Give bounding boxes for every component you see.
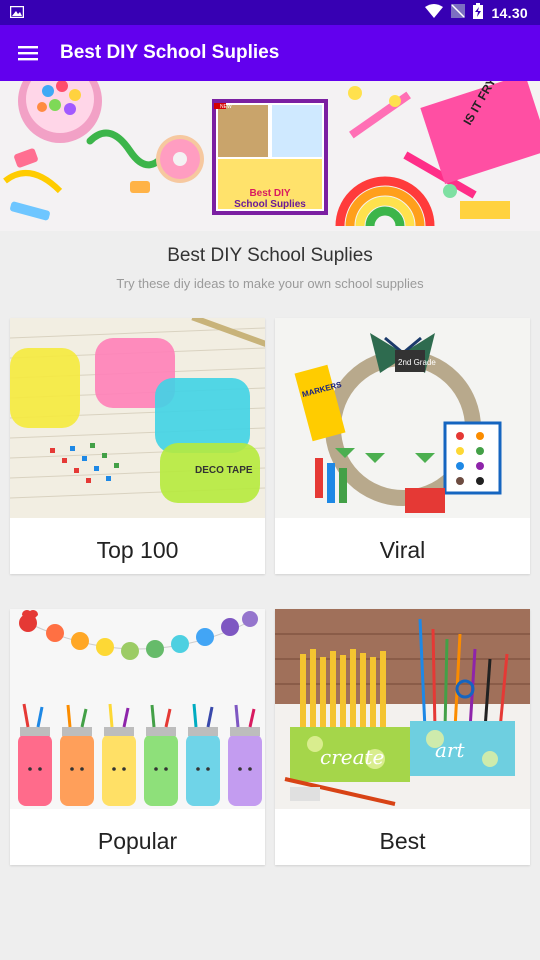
card-label: Popular xyxy=(97,828,178,854)
wifi-icon xyxy=(425,4,444,21)
card-image-deco-tape: DECO TAPE xyxy=(10,318,265,518)
app-title: Best DIY School Suplies xyxy=(60,42,280,63)
section-title: Best DIY School Suplies xyxy=(167,245,373,266)
card-label: Best xyxy=(379,828,426,854)
card-image-school-wreath: 2nd Grade MARKERS xyxy=(275,318,530,518)
section-subtitle: Try these diy ideas to make your own sch… xyxy=(116,276,424,291)
category-card-best[interactable]: create art Best xyxy=(275,609,530,865)
banner-new-badge: NEW xyxy=(220,104,232,110)
category-card-popular[interactable]: Popular xyxy=(10,609,265,865)
battery-charging-icon xyxy=(473,3,484,22)
card-image-pencil-holders: create art xyxy=(275,609,530,809)
card-label: Top 100 xyxy=(96,537,179,563)
card-image-rainbow-jars xyxy=(10,609,265,809)
card-label: Viral xyxy=(379,537,426,563)
image-notification-icon xyxy=(9,5,25,21)
banner-logo-line1: Best DIY xyxy=(249,188,290,199)
card-image-text-create: create xyxy=(320,745,384,769)
card-image-text-grade: 2nd Grade xyxy=(398,358,436,367)
card-image-text-art: art xyxy=(435,738,465,762)
card-image-text-deco: DECO TAPE xyxy=(195,465,253,476)
banner-logo-line2: School Suplies xyxy=(234,199,306,210)
no-sim-icon xyxy=(451,4,466,21)
app-bar: Best DIY School Suplies xyxy=(0,25,540,81)
hamburger-menu-icon[interactable] xyxy=(0,25,56,81)
category-card-top-100[interactable]: DECO TAPE Top 100 xyxy=(10,318,265,574)
banner-image: IS IT FRYDAY YET? NEW Best DIY School Su… xyxy=(0,81,540,231)
status-time: 14.30 xyxy=(491,4,528,21)
status-bar: 14.30 xyxy=(0,0,540,25)
category-card-viral[interactable]: 2nd Grade MARKERS Viral xyxy=(275,318,530,574)
